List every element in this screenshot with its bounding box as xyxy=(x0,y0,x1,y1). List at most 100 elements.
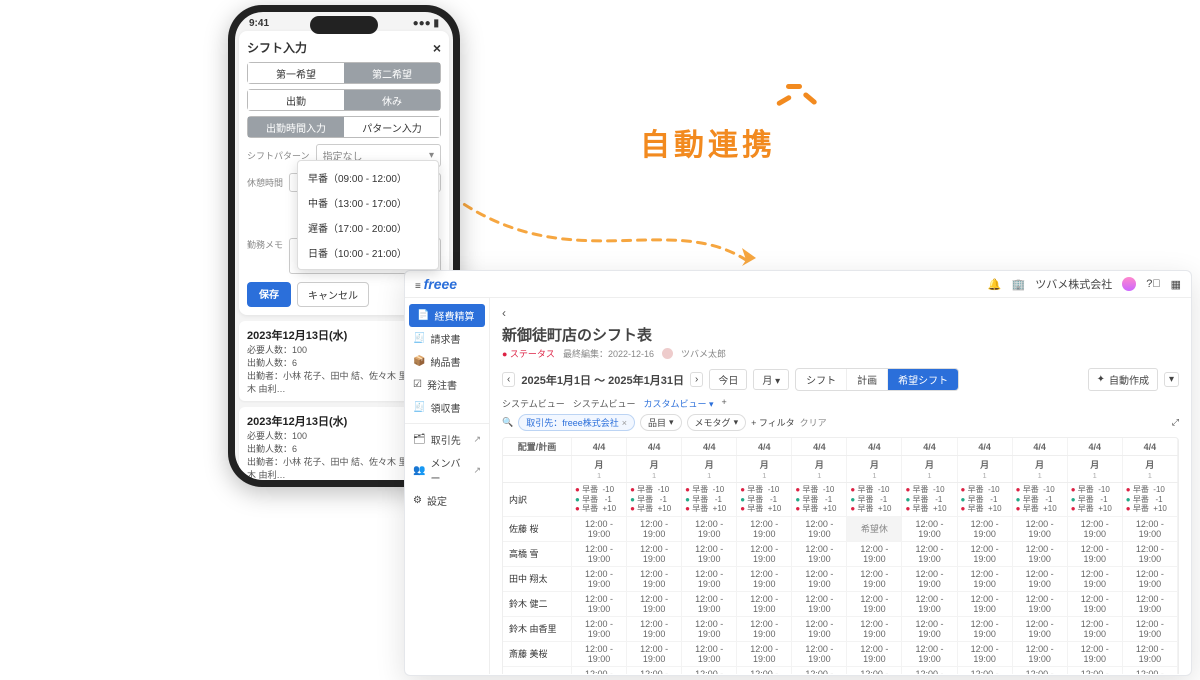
chip-memo[interactable]: メモタグ ▾ xyxy=(687,414,747,431)
time-cell[interactable]: 12:00 -19:00 xyxy=(957,566,1012,591)
time-cell[interactable]: 12:00 -19:00 xyxy=(682,566,737,591)
time-cell[interactable]: 12:00 -19:00 xyxy=(1122,616,1177,641)
time-cell[interactable]: 12:00 -19:00 xyxy=(1067,641,1122,666)
time-cell[interactable]: 12:00 -19:00 xyxy=(902,641,957,666)
prev-button[interactable]: ‹ xyxy=(502,372,515,387)
add-filter[interactable]: + フィルタ xyxy=(751,416,795,429)
time-cell[interactable]: 12:00 -19:00 xyxy=(627,541,682,566)
time-cell[interactable]: 12:00 -19:00 xyxy=(792,666,847,674)
bell-icon[interactable]: 🔔 xyxy=(988,278,1002,291)
time-cell[interactable]: 12:00 -19:00 xyxy=(1067,516,1122,541)
help-icon[interactable]: ?⃝ xyxy=(1146,278,1160,290)
pattern-option[interactable]: 早番（09:00 - 12:00） xyxy=(298,165,438,190)
view-tabs[interactable]: シフト 計画 希望シフト xyxy=(795,368,959,391)
time-cell[interactable]: 12:00 -19:00 xyxy=(957,591,1012,616)
time-cell[interactable]: 12:00 -19:00 xyxy=(902,541,957,566)
time-cell[interactable]: 12:00 -19:00 xyxy=(682,666,737,674)
seg-mode[interactable]: 出勤時間入力 パターン入力 xyxy=(247,116,441,138)
time-cell[interactable]: 12:00 -19:00 xyxy=(737,616,792,641)
time-cell[interactable]: 12:00 -19:00 xyxy=(902,516,957,541)
time-cell[interactable]: 12:00 -19:00 xyxy=(572,541,627,566)
chip-item[interactable]: 品目 ▾ xyxy=(640,414,682,431)
next-button[interactable]: › xyxy=(690,372,703,387)
time-cell[interactable]: 12:00 -19:00 xyxy=(572,566,627,591)
view-link-active[interactable]: カスタムビュー ▾ xyxy=(643,397,713,410)
tab-shift[interactable]: シフト xyxy=(796,369,847,390)
shift-table[interactable]: 配置/計画4/44/44/44/44/44/44/44/44/44/44/4月1… xyxy=(502,437,1179,674)
seg-attend-1[interactable]: 出勤 xyxy=(248,90,344,110)
seg-wish-2[interactable]: 第二希望 xyxy=(344,63,440,83)
pattern-option[interactable]: 遅番（17:00 - 20:00） xyxy=(298,215,438,240)
time-cell[interactable]: 12:00 -19:00 xyxy=(1012,566,1067,591)
time-cell[interactable]: 12:00 -19:00 xyxy=(572,616,627,641)
expand-icon[interactable]: ⤢ xyxy=(1172,417,1179,428)
view-link[interactable]: システムビュー xyxy=(502,397,565,410)
time-cell[interactable]: 12:00 -19:00 xyxy=(627,591,682,616)
time-cell[interactable]: 12:00 -19:00 xyxy=(682,516,737,541)
time-cell[interactable]: 12:00 -19:00 xyxy=(1012,541,1067,566)
time-cell[interactable]: 12:00 -19:00 xyxy=(572,516,627,541)
avatar[interactable] xyxy=(1122,277,1136,291)
time-cell[interactable]: 12:00 -19:00 xyxy=(847,616,902,641)
time-cell[interactable]: 12:00 -19:00 xyxy=(737,516,792,541)
clear-filters[interactable]: クリア xyxy=(800,416,827,429)
zoom-select[interactable]: 月 ▾ xyxy=(753,369,789,390)
time-cell[interactable]: 12:00 -19:00 xyxy=(792,591,847,616)
grid-icon[interactable]: ▦ xyxy=(1171,278,1181,291)
time-cell[interactable]: 12:00 -19:00 xyxy=(957,516,1012,541)
more-button[interactable]: ▾ xyxy=(1164,372,1179,387)
hamburger-icon[interactable]: ≡ freee xyxy=(415,276,457,292)
time-cell[interactable]: 12:00 -19:00 xyxy=(792,641,847,666)
time-cell[interactable]: 12:00 -19:00 xyxy=(902,591,957,616)
time-cell[interactable]: 12:00 -19:00 xyxy=(627,641,682,666)
time-cell[interactable]: 12:00 -19:00 xyxy=(792,516,847,541)
tab-plan[interactable]: 計画 xyxy=(847,369,888,390)
add-view[interactable]: + xyxy=(722,397,727,410)
time-cell[interactable]: 12:00 -19:00 xyxy=(1067,566,1122,591)
seg-wish[interactable]: 第一希望 第二希望 xyxy=(247,62,441,84)
auto-create-button[interactable]: ✦自動作成 xyxy=(1088,368,1158,391)
time-cell[interactable]: 12:00 -19:00 xyxy=(1012,616,1067,641)
company-name[interactable]: ツバメ株式会社 xyxy=(1035,276,1112,292)
time-cell[interactable]: 12:00 -19:00 xyxy=(1122,566,1177,591)
time-cell[interactable]: 12:00 -19:00 xyxy=(847,591,902,616)
time-cell[interactable]: 12:00 -19:00 xyxy=(1122,591,1177,616)
time-cell[interactable]: 12:00 -19:00 xyxy=(572,591,627,616)
time-cell[interactable]: 12:00 -19:00 xyxy=(1067,616,1122,641)
time-cell[interactable]: 12:00 -19:00 xyxy=(737,591,792,616)
time-cell[interactable]: 12:00 -19:00 xyxy=(847,566,902,591)
time-cell[interactable]: 12:00 -19:00 xyxy=(572,666,627,674)
time-cell[interactable]: 12:00 -19:00 xyxy=(1067,666,1122,674)
time-cell[interactable]: 12:00 -19:00 xyxy=(1012,666,1067,674)
time-cell[interactable]: 12:00 -19:00 xyxy=(627,666,682,674)
time-cell[interactable]: 12:00 -19:00 xyxy=(957,666,1012,674)
sidebar-item-order[interactable]: ☑ 発注書 xyxy=(405,373,489,396)
search-icon[interactable]: 🔍 xyxy=(502,417,513,428)
sidebar-item-receipt[interactable]: 🧾 領収書 xyxy=(405,396,489,419)
back-button[interactable]: ‹ xyxy=(502,306,1179,320)
pattern-option[interactable]: 中番（13:00 - 17:00） xyxy=(298,190,438,215)
sidebar-item-delivery[interactable]: 📦 納品書 xyxy=(405,350,489,373)
time-cell[interactable]: 12:00 -19:00 xyxy=(792,541,847,566)
time-cell[interactable]: 12:00 -19:00 xyxy=(1122,516,1177,541)
time-cell[interactable]: 12:00 -19:00 xyxy=(627,516,682,541)
close-icon[interactable]: × xyxy=(433,40,441,56)
seg-attend[interactable]: 出勤 休み xyxy=(247,89,441,111)
time-cell[interactable]: 12:00 -19:00 xyxy=(902,566,957,591)
sidebar-item-expense[interactable]: 📄 経費精算 xyxy=(409,304,485,327)
time-cell[interactable]: 12:00 -19:00 xyxy=(1012,516,1067,541)
time-cell[interactable]: 12:00 -19:00 xyxy=(1012,641,1067,666)
time-cell[interactable]: 12:00 -19:00 xyxy=(957,616,1012,641)
time-cell[interactable]: 12:00 -19:00 xyxy=(902,666,957,674)
view-link[interactable]: システムビュー xyxy=(573,397,636,410)
time-cell[interactable]: 12:00 -19:00 xyxy=(1067,541,1122,566)
time-cell[interactable]: 12:00 -19:00 xyxy=(682,541,737,566)
seg-attend-2[interactable]: 休み xyxy=(344,90,440,110)
time-cell[interactable]: 12:00 -19:00 xyxy=(1122,641,1177,666)
sidebar-item-client[interactable]: 🗂 取引先↗ xyxy=(405,428,489,451)
save-button[interactable]: 保存 xyxy=(247,282,291,307)
time-cell[interactable]: 12:00 -19:00 xyxy=(902,616,957,641)
wish-cell[interactable]: 希望休 xyxy=(847,516,902,541)
pattern-option[interactable]: 日番（10:00 - 21:00） xyxy=(298,240,438,265)
tab-wish[interactable]: 希望シフト xyxy=(888,369,958,390)
